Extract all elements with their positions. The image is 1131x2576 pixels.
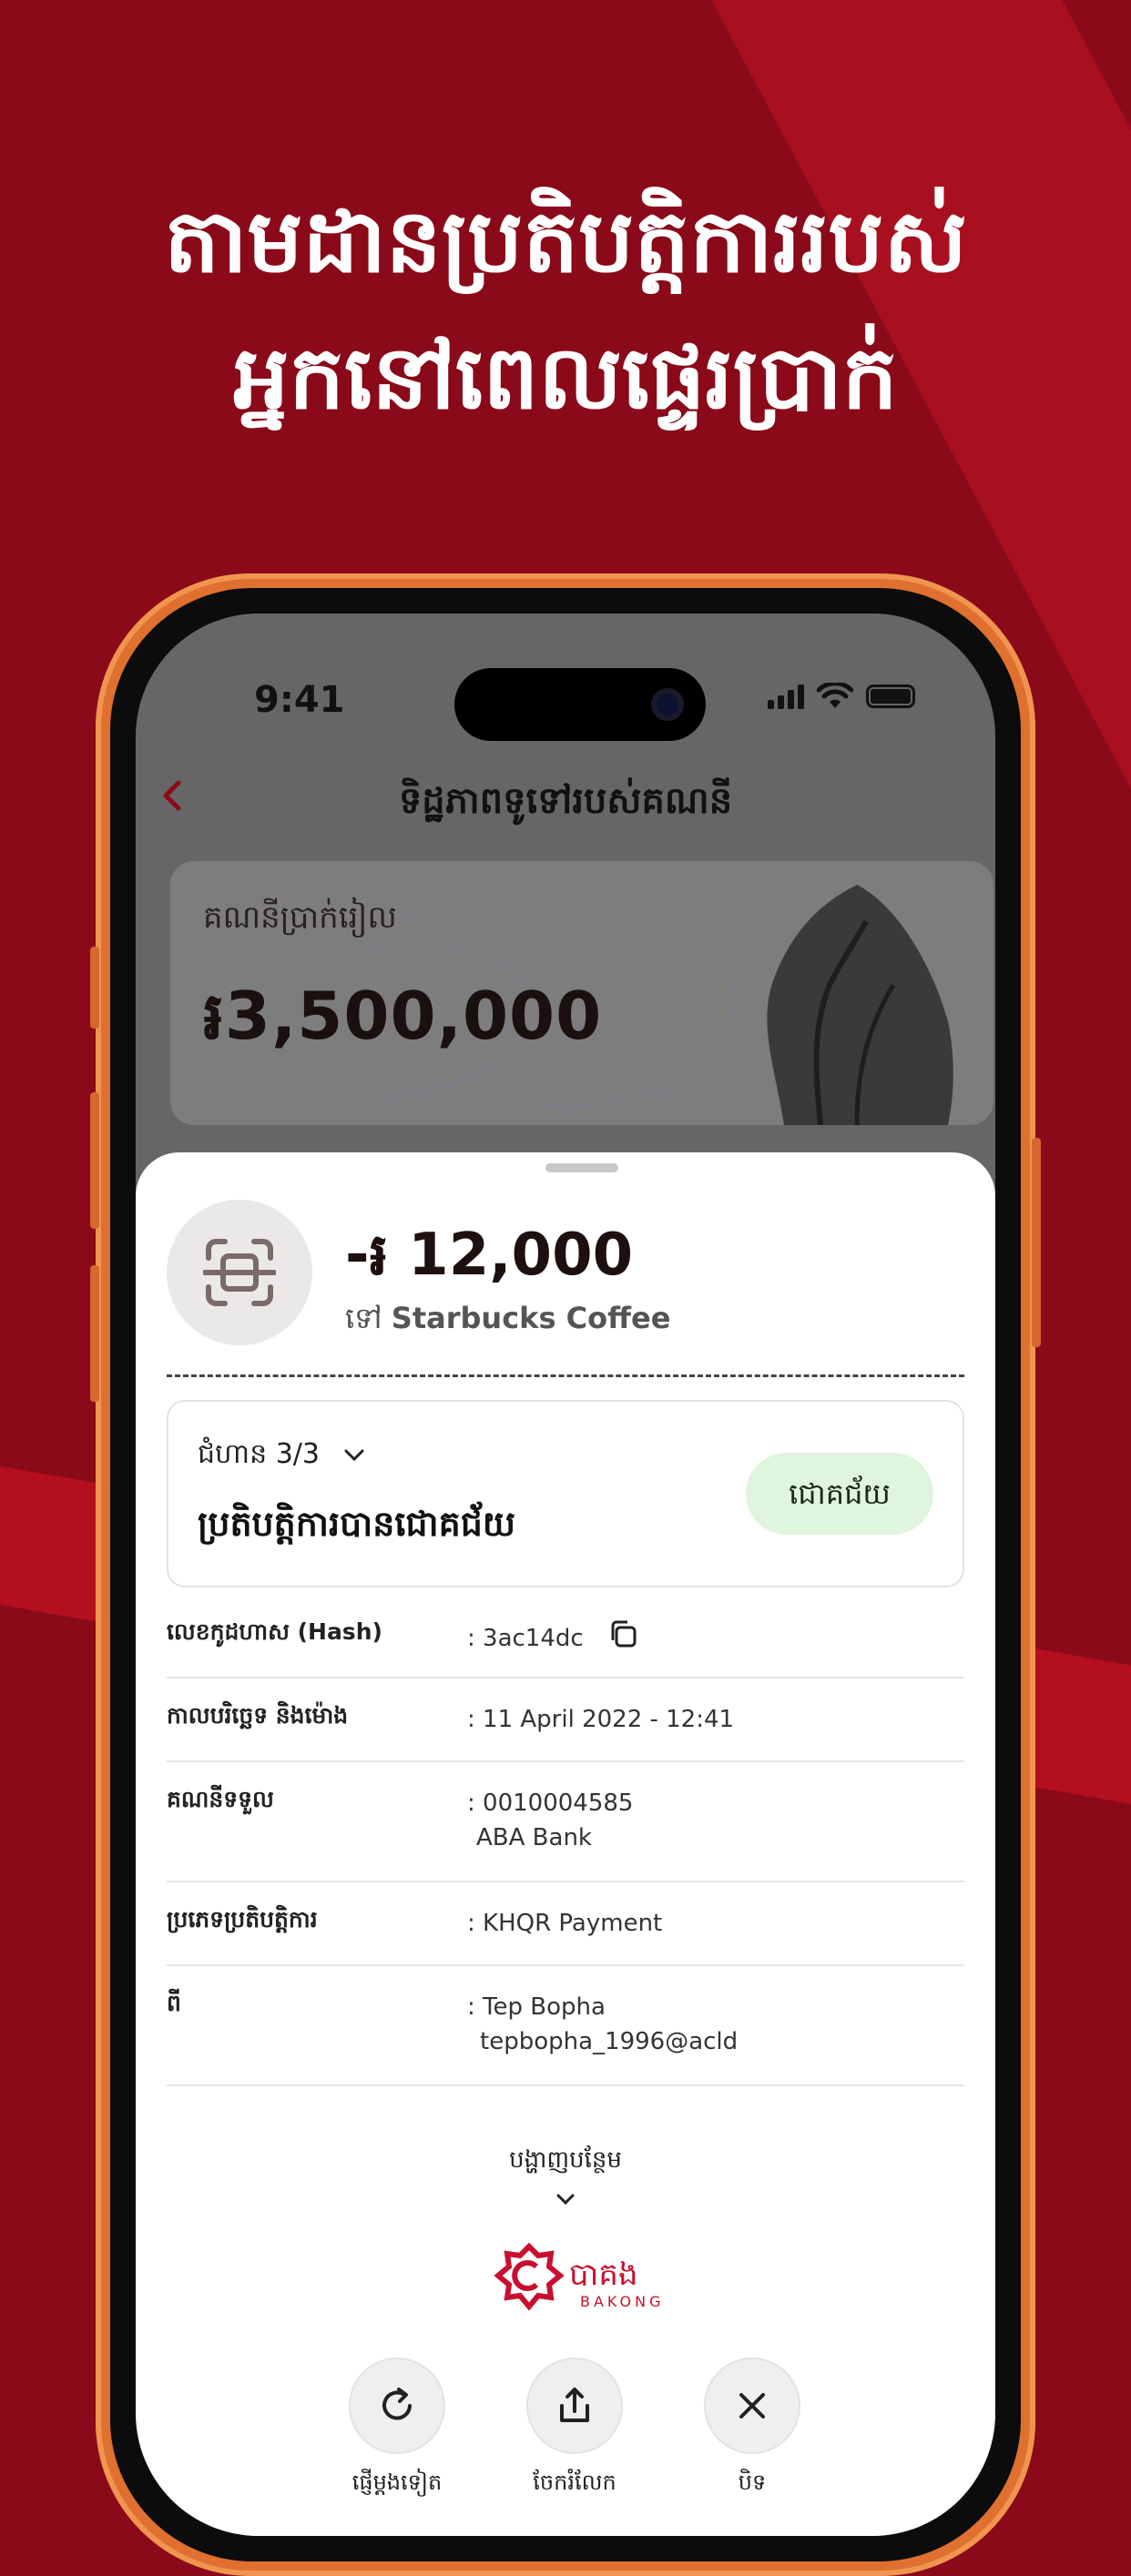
close-label: បិទ (738, 2470, 767, 2495)
sheet-grabber[interactable] (545, 1163, 618, 1172)
detail-value: : Tep Bopha tepbopha_1996@acld (467, 1990, 738, 2059)
status-bar: 9:41 (136, 614, 995, 741)
phone-silent-switch (90, 947, 99, 1029)
detail-label: លេខកូដហាស (Hash) (167, 1618, 382, 1645)
phone-frame: 9:41 ទិដ្ឋភាពទូទៅរបស់គណនី គណនីប្រាក់រៀល … (90, 573, 1041, 2576)
detail-label: កាលបរិច្ឆេទ និងម៉ោង (167, 1702, 349, 1729)
phone-bezel: 9:41 ទិដ្ឋភាពទូទៅរបស់គណនី គណនីប្រាក់រៀល … (110, 588, 1021, 2561)
details-list: លេខកូដហាស (Hash) : 3ac14dc កាលបរិច្ឆេទ ន… (167, 1595, 964, 2086)
headline: តាមដានប្រតិបត្តិការរបស់ អ្នកនៅពេលផ្ទេរប្… (55, 173, 1076, 446)
receiver-account: : 0010004585 (467, 1790, 634, 1817)
detail-row-hash: លេខកូដហាស (Hash) : 3ac14dc (167, 1595, 964, 1678)
status-title: ប្រតិបត្តិការបានជោគជ័យ (198, 1504, 516, 1544)
sender-account: tepbopha_1996@acld (480, 2028, 739, 2055)
bakong-logo: បាគង BAKONG (493, 2241, 675, 2323)
detail-row-type: ប្រភេទប្រតិបត្តិការ : KHQR Payment (167, 1882, 964, 1966)
battery-icon (866, 685, 915, 708)
detail-row-receiver: គណនីទទួល : 0010004585 ABA Bank (167, 1762, 964, 1882)
headline-line-2: អ្នកនៅពេលផ្ទេរប្រាក់ (233, 327, 898, 429)
detail-label: ប្រភេទប្រតិបត្តិការ (167, 1906, 318, 1932)
svg-text:បាគង: បាគង (569, 2257, 638, 2293)
close-icon (704, 2358, 800, 2454)
share-icon (526, 2358, 623, 2454)
transaction-status-box: ជំហាន 3/3 ប្រតិបត្តិការបានជោគជ័យ ជោគជ័យ (167, 1400, 964, 1587)
account-balance: ៛3,500,000 (203, 978, 603, 1054)
transaction-amount: -៛ 12,000 (345, 1222, 634, 1289)
detail-row-datetime: កាលបរិច្ឆេទ និងម៉ោង : 11 April 2022 - 12… (167, 1678, 964, 1762)
resend-label: ផ្ញើម្តងទៀត (352, 2470, 443, 2495)
step-label: ជំហាន 3/3 (198, 1438, 320, 1470)
detail-value: : 3ac14dc (467, 1618, 638, 1659)
account-card[interactable]: គណនីប្រាក់រៀល ៛3,500,000 (170, 861, 993, 1125)
headline-line-1: តាមដានប្រតិបត្តិការរបស់ (164, 190, 967, 292)
share-button[interactable]: ចែករំលែក (525, 2358, 625, 2500)
cellular-signal-icon (768, 684, 804, 709)
phone-screen: 9:41 ទិដ្ឋភាពទូទៅរបស់គណនី គណនីប្រាក់រៀល … (136, 614, 995, 2536)
detail-value: : 11 April 2022 - 12:41 (467, 1706, 735, 1733)
detail-row-sender: ពី : Tep Bopha tepbopha_1996@acld (167, 1966, 964, 2086)
status-badge: ជោគជ័យ (746, 1453, 933, 1535)
receiver-bank: ABA Bank (476, 1824, 592, 1851)
svg-text:BAKONG: BAKONG (580, 2293, 665, 2310)
detail-label: ពី (167, 1990, 181, 2016)
action-bar: ផ្ញើម្តងទៀត ចែករំលែក បិទ (136, 2358, 995, 2536)
phone-volume-up (90, 1092, 99, 1229)
chevron-down-icon (136, 2185, 995, 2212)
recipient-prefix: ទៅ (345, 1301, 382, 1335)
close-button[interactable]: បិទ (702, 2358, 802, 2500)
share-label: ចែករំលែក (533, 2470, 616, 2495)
phone-power-button (1032, 1138, 1041, 1347)
resend-button[interactable]: ផ្ញើម្តងទៀត (347, 2358, 447, 2500)
account-label: គណនីប្រាក់រៀល (203, 899, 397, 936)
naga-statue-image (767, 885, 953, 1125)
phone-volume-down (90, 1265, 99, 1402)
status-icons (768, 683, 915, 710)
recipient-name: Starbucks Coffee (391, 1301, 671, 1335)
copy-icon[interactable] (607, 1618, 638, 1659)
detail-value: : KHQR Payment (467, 1910, 663, 1937)
chevron-down-icon (343, 1439, 365, 1469)
wifi-icon (817, 683, 853, 708)
divider (167, 1374, 964, 1377)
sender-name: : Tep Bopha (467, 1993, 606, 2021)
transaction-recipient: ទៅ Starbucks Coffee (345, 1300, 670, 1343)
detail-value: : 0010004585 ABA Bank (467, 1786, 633, 1855)
status-time: 9:41 (254, 679, 345, 721)
refresh-icon (349, 2358, 445, 2454)
show-more-button[interactable]: បង្ហាញបន្ថែម (136, 2145, 995, 2212)
back-chevron-icon[interactable] (158, 777, 195, 814)
show-more-label: បង្ហាញបន្ថែម (509, 2146, 622, 2174)
transaction-header: -៛ 12,000 ទៅ Starbucks Coffee (167, 1200, 964, 1354)
detail-label: គណនីទទួល (167, 1786, 274, 1812)
scan-qr-icon (203, 1239, 276, 1306)
nav-bar: ទិដ្ឋភាពទូទៅរបស់គណនី (136, 750, 995, 841)
dynamic-island (454, 668, 706, 741)
avatar (167, 1200, 312, 1345)
hash-value: : 3ac14dc (467, 1625, 584, 1652)
step-selector[interactable]: ជំហាន 3/3 (198, 1436, 365, 1476)
camera-icon (651, 688, 684, 721)
page-title: ទិដ្ឋភាពទូទៅរបស់គណនី (398, 780, 733, 822)
transaction-detail-sheet: -៛ 12,000 ទៅ Starbucks Coffee ជំហាន 3/3 (136, 1152, 995, 2536)
